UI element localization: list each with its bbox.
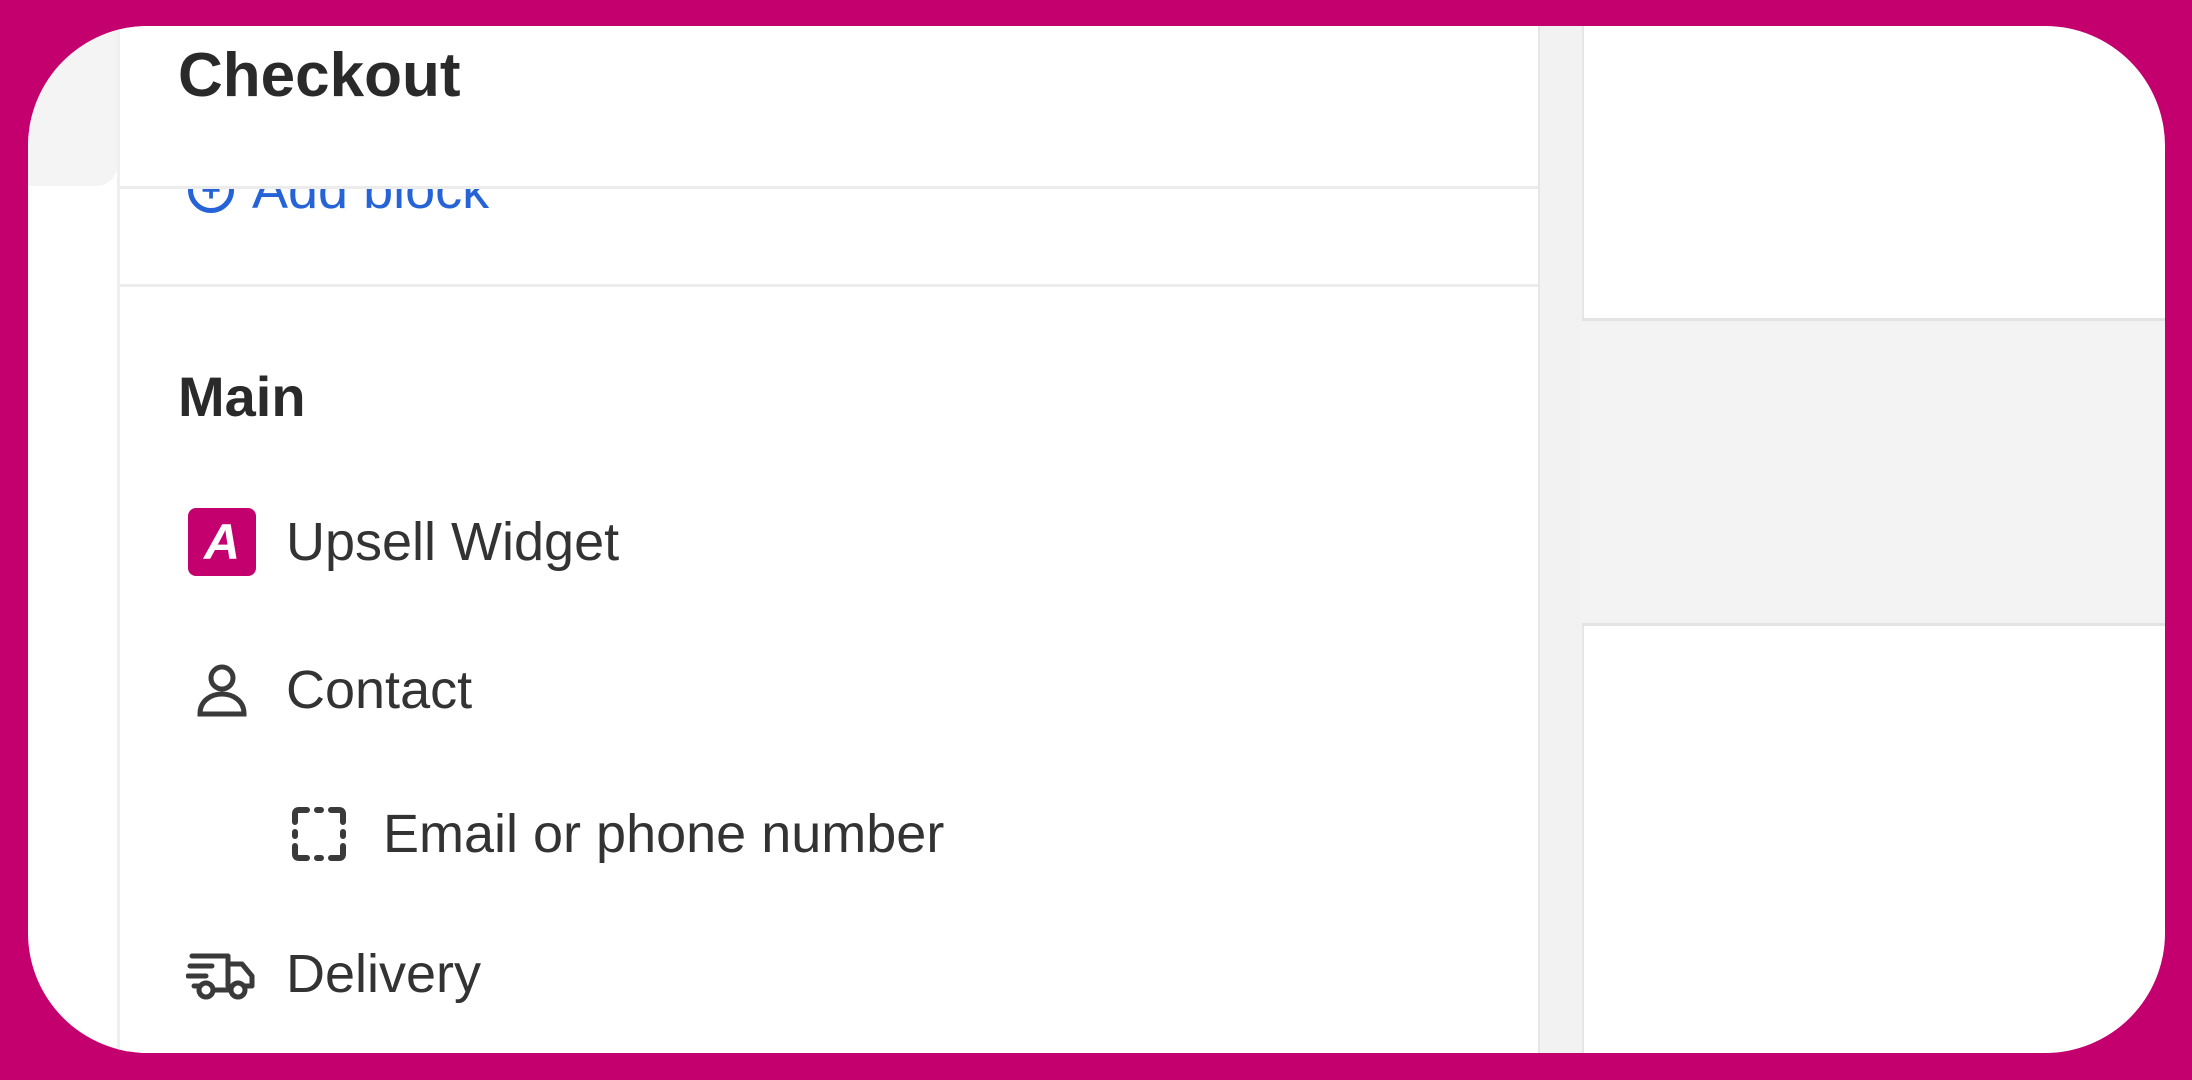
page-title: Checkout xyxy=(178,41,461,110)
window: Checkout + Add block Main A Upsell Widge… xyxy=(28,26,2165,1053)
sidebar-item-delivery[interactable]: Delivery xyxy=(186,938,481,1010)
add-circle-icon: + xyxy=(188,189,234,213)
upsell-logo: A xyxy=(188,508,256,576)
sidebar-item-label: Delivery xyxy=(286,944,482,1004)
divider xyxy=(120,284,1538,287)
field-placeholder-icon xyxy=(283,798,355,870)
section-title-main: Main xyxy=(178,365,306,428)
preview-band xyxy=(1582,318,2165,626)
sidebar-item-label: Upsell Widget xyxy=(286,512,620,572)
add-block-label: Add block xyxy=(252,189,490,220)
add-block-button[interactable]: + Add block xyxy=(188,189,489,239)
sidebar-item-label: Contact xyxy=(286,660,473,720)
panel-resize-divider[interactable] xyxy=(1538,26,1584,1053)
app-frame: Checkout + Add block Main A Upsell Widge… xyxy=(0,0,2192,1080)
upsell-widget-logo-icon: A xyxy=(186,506,258,578)
sidebar-item-contact[interactable]: Contact xyxy=(186,654,472,726)
sidebar-item-label: Email or phone number xyxy=(383,804,945,864)
sidebar-item-upsell-widget[interactable]: A Upsell Widget xyxy=(186,506,619,578)
sidebar-item-email-field[interactable]: Email or phone number xyxy=(283,798,944,870)
person-icon xyxy=(186,654,258,726)
side-rail xyxy=(28,26,118,186)
truck-icon xyxy=(186,938,258,1010)
